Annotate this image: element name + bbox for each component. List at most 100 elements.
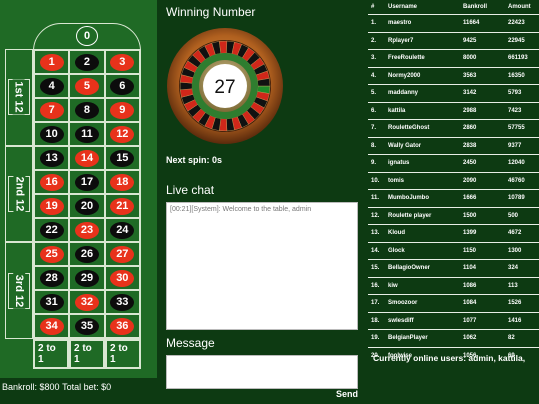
number-bet-cell[interactable]: 33 — [104, 290, 140, 314]
leaderboard-row: 2. Rplayer7 9425 22945 — [368, 31, 539, 50]
number-bet-cell[interactable]: 36 — [104, 314, 140, 338]
rank-cell: 15. — [368, 259, 385, 277]
number-bet-cell[interactable]: 1 — [34, 50, 70, 74]
number-bet-cell[interactable]: 2 — [69, 50, 105, 74]
number-bet-cell[interactable]: 17 — [69, 170, 105, 194]
dozen-label-frame: 2nd 12 — [8, 174, 30, 214]
rank-cell: 13. — [368, 224, 385, 242]
number-chip: 9 — [110, 101, 135, 119]
number-chip: 16 — [39, 173, 64, 191]
number-chip: 2 — [74, 53, 99, 71]
number-bet-cell[interactable]: 15 — [104, 146, 140, 170]
number-bet-cell[interactable]: 30 — [104, 266, 140, 290]
number-chip: 23 — [74, 221, 99, 239]
leaderboard-row: 6. kattila 2988 7423 — [368, 101, 539, 120]
number-chip: 30 — [110, 269, 135, 287]
number-chip: 21 — [110, 197, 135, 215]
number-bet-cell[interactable]: 12 — [104, 122, 140, 146]
username-cell: maddanny — [385, 84, 460, 102]
number-bet-cell[interactable]: 31 — [34, 290, 70, 314]
next-spin-timer: Next spin: 0s — [166, 155, 223, 165]
number-bet-cell[interactable]: 26 — [69, 242, 105, 266]
number-bet-cell[interactable]: 13 — [34, 146, 70, 170]
message-input[interactable] — [166, 355, 358, 389]
bankroll-cell: 1399 — [460, 224, 505, 242]
leaderboard-row: 11. MumboJumbo 1666 10789 — [368, 189, 539, 207]
amount-cell: 500 — [505, 206, 539, 225]
chat-log[interactable]: [00:21][System]: Welcome to the table, a… — [166, 202, 358, 330]
number-bet-cell[interactable]: 23 — [69, 218, 105, 242]
leaderboard-row: 19. BelgianPlayer 1062 82 — [368, 329, 539, 347]
number-bet-cell[interactable]: 27 — [104, 242, 140, 266]
dozen-label: 3rd 12 — [13, 272, 26, 309]
rank-cell: 19. — [368, 329, 385, 347]
column-bet-3[interactable]: 2 to 1 — [105, 339, 141, 369]
number-bet-cell[interactable]: 25 — [34, 242, 70, 266]
number-bet-cell[interactable]: 9 — [104, 98, 140, 122]
amount-cell: 10789 — [505, 189, 539, 207]
send-button[interactable]: Send — [336, 389, 358, 399]
rank-cell: 4. — [368, 66, 385, 85]
rank-cell: 17. — [368, 294, 385, 312]
number-chip: 20 — [74, 197, 99, 215]
username-cell: Smoozoor — [385, 294, 460, 312]
leaderboard-row: 8. Wally Gator 2838 9377 — [368, 136, 539, 155]
username-cell: kattila — [385, 101, 460, 120]
number-bet-cell[interactable]: 20 — [69, 194, 105, 218]
username-cell: tomis — [385, 171, 460, 190]
roulette-wheel: 27 — [167, 28, 283, 144]
bankroll-cell: 1150 — [460, 241, 505, 260]
number-bet-cell[interactable]: 21 — [104, 194, 140, 218]
dozen-bet-2[interactable]: 2nd 12 — [5, 145, 33, 243]
number-bet-cell[interactable]: 11 — [69, 122, 105, 146]
number-bet-cell[interactable]: 8 — [69, 98, 105, 122]
amount-cell: 113 — [505, 276, 539, 295]
rank-cell: 18. — [368, 311, 385, 330]
number-bet-cell[interactable]: 34 — [34, 314, 70, 338]
number-bet-cell[interactable]: 28 — [34, 266, 70, 290]
number-bet-cell[interactable]: 35 — [69, 314, 105, 338]
amount-cell: 1526 — [505, 294, 539, 312]
rank-cell: 16. — [368, 276, 385, 295]
number-bet-cell[interactable]: 29 — [69, 266, 105, 290]
number-bet-cell[interactable]: 6 — [104, 74, 140, 98]
number-bet-cell[interactable]: 19 — [34, 194, 70, 218]
number-bet-cell[interactable]: 14 — [69, 146, 105, 170]
leaderboard: # Username Bankroll Amount 1. maestro 1166… — [368, 0, 539, 404]
winning-number-title: Winning Number — [166, 5, 256, 19]
zero-bet[interactable]: 0 — [33, 23, 141, 49]
bankroll-cell: 1104 — [460, 259, 505, 277]
column-bet-2[interactable]: 2 to 1 — [69, 339, 105, 369]
number-bet-cell[interactable]: 5 — [69, 74, 105, 98]
dozen-label: 2nd 12 — [13, 174, 26, 214]
rank-cell: 7. — [368, 119, 385, 137]
number-bet-cell[interactable]: 32 — [69, 290, 105, 314]
number-bet-cell[interactable]: 7 — [34, 98, 70, 122]
username-cell: Kloud — [385, 224, 460, 242]
number-bet-cell[interactable]: 24 — [104, 218, 140, 242]
bankroll-bar: Bankroll: $800 Total bet: $0 — [0, 378, 157, 404]
amount-cell: 22945 — [505, 31, 539, 50]
live-chat-title: Live chat — [166, 183, 215, 197]
number-chip: 27 — [110, 245, 135, 263]
bankroll-cell: 11664 — [460, 14, 505, 32]
amount-cell: 16350 — [505, 66, 539, 85]
dozen-bet-1[interactable]: 1st 12 — [5, 49, 33, 146]
number-bet-cell[interactable]: 16 — [34, 170, 70, 194]
number-chip: 32 — [74, 293, 99, 311]
amount-cell: 46760 — [505, 171, 539, 190]
number-bet-cell[interactable]: 4 — [34, 74, 70, 98]
dozen-label-frame: 3rd 12 — [8, 272, 30, 309]
number-bet-cell[interactable]: 3 — [104, 50, 140, 74]
dozen-bet-3[interactable]: 3rd 12 — [5, 242, 33, 339]
number-bet-cell[interactable]: 10 — [34, 122, 70, 146]
winning-number: 27 — [214, 77, 235, 98]
number-chip: 22 — [39, 221, 64, 239]
column-bet-1[interactable]: 2 to 1 — [33, 339, 69, 369]
number-bet-cell[interactable]: 18 — [104, 170, 140, 194]
bankroll-cell: 1062 — [460, 329, 505, 347]
username-header: Username — [388, 4, 418, 10]
rank-header: # — [371, 4, 375, 10]
leaderboard-row: 3. FreeRoulette 8000 661193 — [368, 49, 539, 67]
number-bet-cell[interactable]: 22 — [34, 218, 70, 242]
